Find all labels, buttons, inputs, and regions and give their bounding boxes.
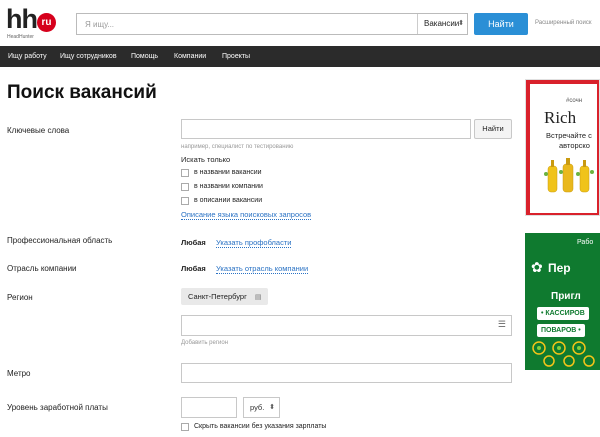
search-scope-value: Вакансии xyxy=(424,19,460,28)
industry-link[interactable]: Указать отрасль компании xyxy=(216,264,309,274)
ornament-image xyxy=(532,341,595,367)
logo-badge: ru xyxy=(37,13,56,32)
checkbox-vacancy-title-label: в названии вакансии xyxy=(194,169,262,176)
region-tag: Санкт-Петербург ▤ xyxy=(181,288,269,305)
checkbox-company-name-label: в названии компании xyxy=(194,183,263,190)
metro-input[interactable] xyxy=(181,363,512,383)
query-language-link[interactable]: Описание языка поисковых запросов xyxy=(181,210,312,220)
keywords-search-button[interactable]: Найти xyxy=(474,119,512,139)
nav-item-employees[interactable]: Ищу сотрудников xyxy=(60,46,117,67)
industry-label: Отрасль компании xyxy=(7,264,77,273)
nav-item-job-search[interactable]: Ищу работу xyxy=(8,46,47,67)
checkbox-vacancy-description-label: в описании вакансии xyxy=(194,197,263,204)
logo-subtitle: HeadHunter xyxy=(7,34,34,40)
site-header: hh ru HeadHunter Вакансии ⬍ Найти Расшир… xyxy=(0,0,600,46)
region-label: Регион xyxy=(7,293,33,302)
region-input[interactable]: ☰ xyxy=(181,315,512,336)
region-tag-label: Санкт-Петербург xyxy=(188,292,247,301)
ad-banner-perekrestok[interactable]: Рабо ✿ Пер Пригл • КАССИРОВ ПОВАРОВ • xyxy=(525,233,600,370)
salary-input[interactable] xyxy=(181,397,237,418)
prof-area-link[interactable]: Указать профобласти xyxy=(216,238,292,248)
prof-area-value: Любая xyxy=(181,238,206,247)
hh-logo[interactable]: hh ru HeadHunter xyxy=(6,4,58,40)
ad-banner-richfruits[interactable]: #сочн Rich Встречайте с авторско xyxy=(525,79,600,216)
keywords-label: Ключевые слова xyxy=(7,126,70,135)
nav-item-help[interactable]: Помощь xyxy=(131,46,158,67)
menu-icon[interactable]: ☰ xyxy=(498,319,506,330)
main-nav: Ищу работу Ищу сотрудников Помощь Компан… xyxy=(0,46,600,67)
keywords-input[interactable] xyxy=(181,119,471,139)
select-arrows-icon: ⬍ xyxy=(458,20,464,27)
page-title: Поиск вакансий xyxy=(7,82,157,103)
checkbox-vacancy-description[interactable] xyxy=(181,197,189,205)
search-box: Вакансии ⬍ xyxy=(76,13,468,35)
search-only-label: Искать только xyxy=(181,155,231,164)
salary-label: Уровень заработной платы xyxy=(7,403,108,412)
industry-value: Любая xyxy=(181,264,206,273)
region-hint: Добавить регион xyxy=(181,340,229,346)
logo-text: hh xyxy=(6,4,38,34)
keywords-hint: например, специалист по тестированию xyxy=(181,144,294,150)
nav-item-projects[interactable]: Проекты xyxy=(222,46,250,67)
search-scope-select[interactable]: Вакансии ⬍ xyxy=(417,14,468,34)
currency-value: руб. xyxy=(250,403,265,412)
checkbox-hide-no-salary-label: Скрыть вакансии без указания зарплаты xyxy=(194,423,327,430)
currency-select[interactable]: руб. ⬍ xyxy=(243,397,280,418)
select-arrows-icon: ⬍ xyxy=(269,404,275,411)
remove-icon[interactable]: ▤ xyxy=(255,294,262,301)
prof-area-label: Профессиональная область xyxy=(7,236,113,245)
metro-label: Метро xyxy=(7,369,31,378)
advanced-search-link[interactable]: Расширенный поиск xyxy=(535,20,592,26)
checkbox-vacancy-title[interactable] xyxy=(181,169,189,177)
search-input[interactable] xyxy=(77,14,417,34)
bottles-image xyxy=(544,158,594,193)
checkbox-hide-no-salary[interactable] xyxy=(181,423,189,431)
nav-item-companies[interactable]: Компании xyxy=(174,46,206,67)
checkbox-company-name[interactable] xyxy=(181,183,189,191)
header-search-button[interactable]: Найти xyxy=(474,13,528,35)
